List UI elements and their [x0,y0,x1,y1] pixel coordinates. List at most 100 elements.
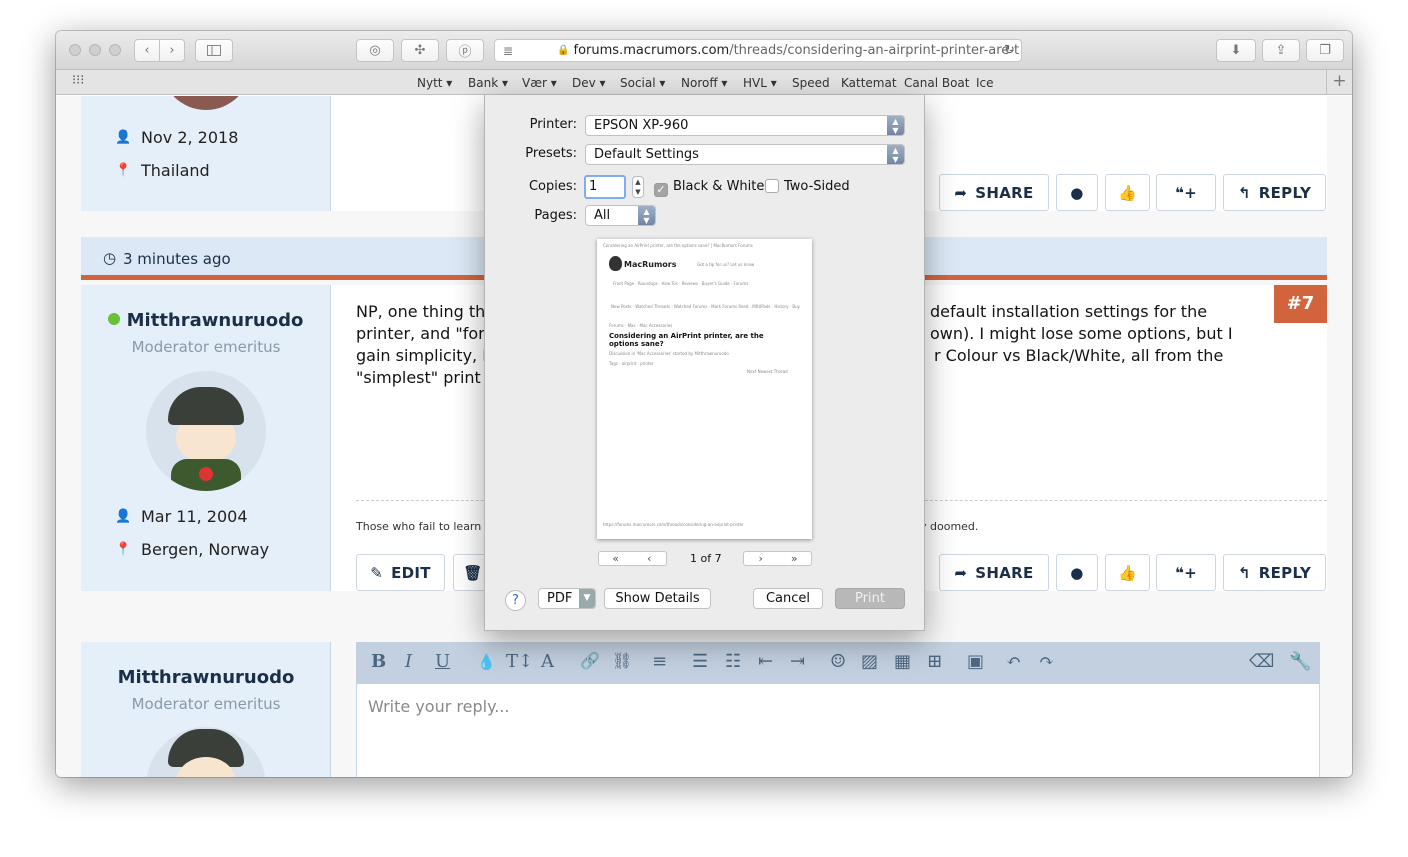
post-user-panel: Mitthrawnuruodo Moderator emeritus 👤 Mar … [81,285,331,591]
image-icon[interactable]: ▨ [861,651,878,672]
download-icon: ⬇ [1230,43,1242,58]
reply-button[interactable]: ↰ REPLY [1223,554,1326,591]
post-number[interactable]: #7 [1274,285,1327,323]
bookmark-vaer[interactable]: Vær ▾ [522,76,557,90]
indent-icon[interactable]: ⇥ [790,651,805,672]
downloads-button[interactable]: ⬇ [1216,39,1256,62]
bookmark-nytt[interactable]: Nytt ▾ [417,76,452,90]
copies-stepper[interactable]: ▲ ▼ [632,176,644,198]
underline-icon[interactable]: U [435,651,450,672]
media-icon[interactable]: ▦ [894,651,911,672]
prev-share-button[interactable]: ➦ SHARE [939,174,1049,211]
presets-select[interactable]: Default Settings ▲ ▼ [585,144,905,165]
extension-button-2[interactable]: ✣ [401,39,439,62]
like-button[interactable]: 👍 [1105,554,1150,591]
post-timestamp[interactable]: 3 minutes ago [123,250,231,268]
chevron-right-icon: › [169,43,175,58]
share-arrow-icon: ➦ [954,183,968,202]
extension-button-1[interactable]: ◎ [356,39,394,62]
new-tab-icon[interactable]: + [1326,70,1352,94]
pages-select[interactable]: All ▲ ▼ [585,205,656,226]
grid-icon[interactable]: ⁝⁝⁝ [72,73,84,88]
prev-reply-button[interactable]: ↰ REPLY [1223,174,1326,211]
close-window-button[interactable] [69,44,81,56]
prev-like-button[interactable]: 👍 [1105,174,1150,211]
bookmark-kattemat[interactable]: Kattemat [841,76,897,90]
link-icon[interactable]: 🔗 [580,651,600,670]
pdf-menu-button[interactable]: PDF ▼ [538,588,596,609]
sidebar-button[interactable] [195,39,233,62]
show-details-button[interactable]: Show Details [604,588,711,609]
last-page-button[interactable]: » [778,552,812,565]
two-sided-checkbox[interactable]: Two-Sided [765,179,850,194]
bookmark-bank[interactable]: Bank ▾ [468,76,508,90]
bookmark-hvl[interactable]: HVL ▾ [743,76,777,90]
next-page-button[interactable]: › [744,552,778,565]
post-location: 📍 Bergen, Norway [115,540,270,559]
share-arrow-icon: ➦ [954,563,968,582]
copies-input[interactable]: 1 [584,175,626,199]
post-author[interactable]: Mitthrawnuruodo [81,310,331,331]
align-icon[interactable]: ≡ [652,651,667,672]
italic-icon[interactable]: I [405,651,412,672]
share-button[interactable]: ➦ SHARE [939,554,1049,591]
zoom-window-button[interactable] [109,44,121,56]
reply-avatar[interactable] [146,727,266,777]
print-button[interactable]: Print [835,588,905,609]
bold-icon[interactable]: B [371,651,386,672]
bookmark-ice[interactable]: Ice [976,76,994,90]
numbered-list-icon[interactable]: ☷ [725,651,741,672]
printer-select[interactable]: EPSON XP-960 ▲ ▼ [585,115,905,136]
report-button[interactable]: ● [1056,554,1098,591]
presets-label: Presets: [525,146,577,161]
prev-post-avatar[interactable] [161,96,251,110]
share-browser-button[interactable]: ⇪ [1262,39,1300,62]
insert-icon[interactable]: ⊞ [927,651,942,672]
prev-page-button[interactable]: ‹ [633,552,667,565]
url-host: forums.macrumors.com [573,43,730,58]
back-button[interactable]: ‹ [134,39,160,62]
redo-icon[interactable]: ↷ [1039,651,1054,672]
prev-report-button[interactable]: ● [1056,174,1098,211]
forward-button[interactable]: › [159,39,185,62]
cancel-button[interactable]: Cancel [753,588,823,609]
save-draft-icon[interactable]: ▣ [967,651,984,672]
reload-icon[interactable]: ↻ [1004,43,1015,58]
alert-icon: ● [1070,563,1084,582]
help-button[interactable]: ? [505,590,526,611]
prev-quote-button[interactable]: ❝+ [1156,174,1216,211]
pinterest-button[interactable]: ⓟ [446,39,484,62]
quote-button[interactable]: ❝+ [1156,554,1216,591]
edit-button[interactable]: ✎ EDIT [356,554,445,591]
macrumors-logo [609,256,622,271]
black-white-checkbox[interactable]: ✓ Black & White [654,179,764,197]
smilie-icon[interactable]: ☺ [830,651,846,672]
bookmark-noroff[interactable]: Noroff ▾ [681,76,727,90]
print-preview[interactable]: Considering an AirPrint printer, are the… [597,239,812,539]
reply-arrow-icon: ↰ [1237,563,1251,582]
font-family-icon[interactable]: A [541,651,554,672]
minimize-window-button[interactable] [89,44,101,56]
bookmark-dev[interactable]: Dev ▾ [572,76,606,90]
post-author-role: Moderator emeritus [131,338,281,356]
address-bar[interactable]: ≣ 🔒 forums.macrumors.com/threads/conside… [494,39,1022,62]
reply-author-role: Moderator emeritus [131,695,281,713]
undo-icon[interactable]: ↶ [1006,651,1021,672]
post-avatar[interactable] [146,371,266,491]
bookmark-social[interactable]: Social ▾ [620,76,665,90]
wrench-icon[interactable]: 🔧 [1289,651,1311,672]
reply-author[interactable]: Mitthrawnuruodo [81,667,331,688]
bookmark-canal-boat[interactable]: Canal Boat [904,76,969,90]
updown-arrows-icon: ▲ ▼ [887,145,904,164]
bullet-list-icon[interactable]: ☰ [692,651,708,672]
color-icon[interactable]: 💧 [477,653,496,671]
unlink-icon[interactable]: ⛓ [612,651,632,670]
thumbs-up-icon: 👍 [1118,183,1137,202]
font-size-icon[interactable]: T↕ [506,651,533,672]
bookmark-speed[interactable]: Speed [792,76,830,90]
outdent-icon[interactable]: ⇤ [758,651,773,672]
reply-editor[interactable]: Write your reply... [356,684,1320,777]
tabs-button[interactable]: ❐ [1306,39,1344,62]
eraser-icon[interactable]: ⌫ [1249,651,1274,672]
first-page-button[interactable]: « [599,552,633,565]
